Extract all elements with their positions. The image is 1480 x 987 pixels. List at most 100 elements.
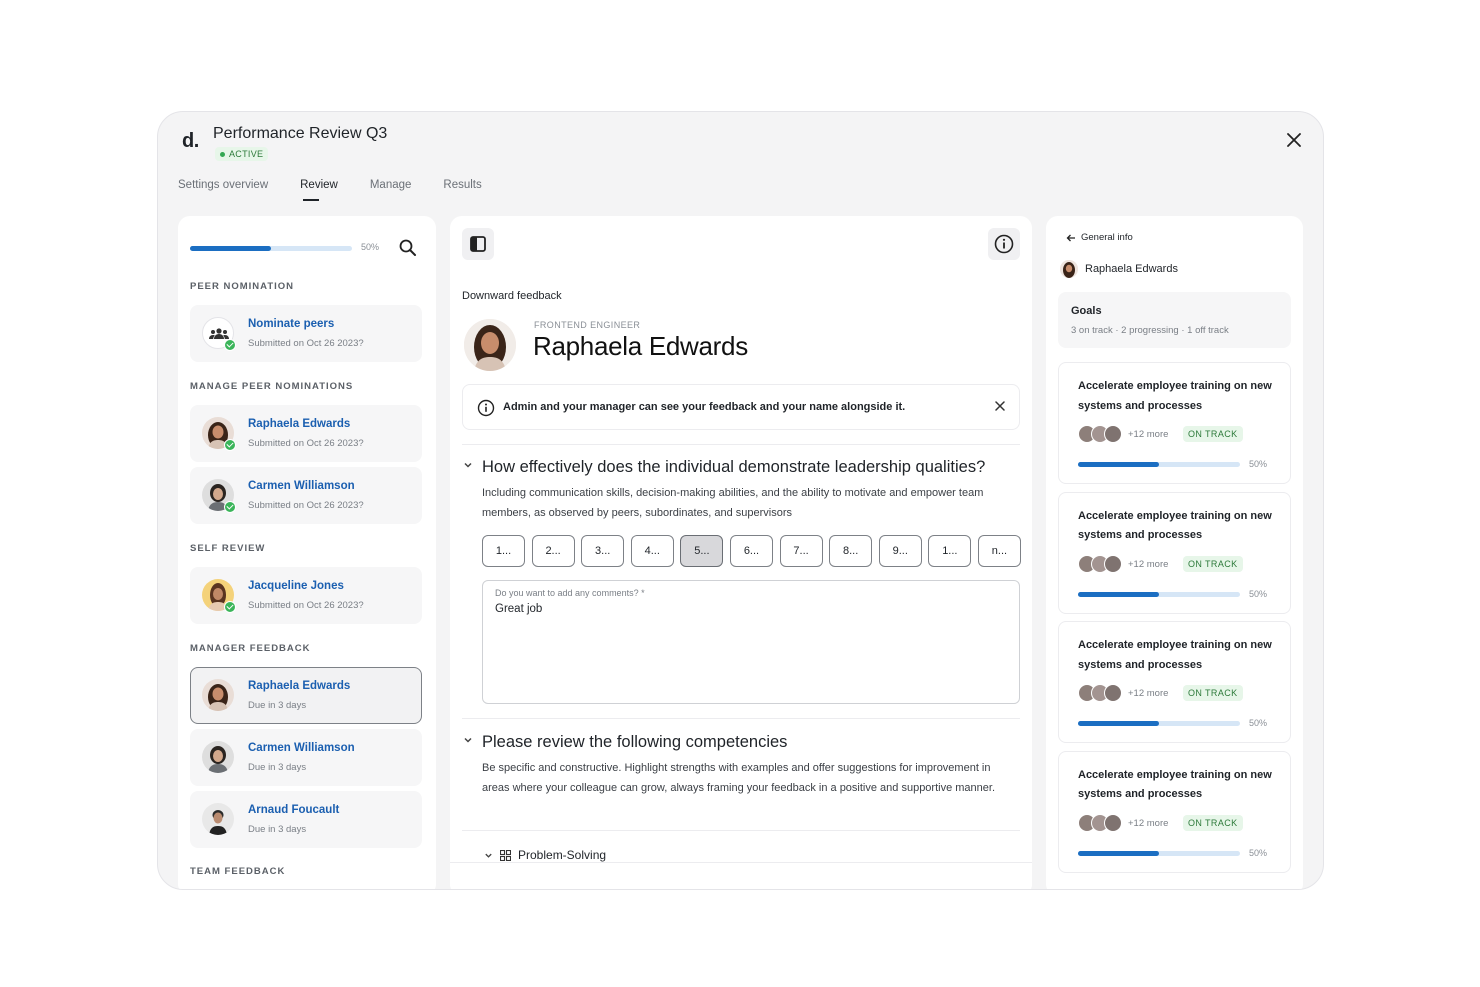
status-badge-label: ACTIVE <box>229 149 264 159</box>
peer-item-carmen[interactable]: Carmen Williamson Submitted on Oct 26 20… <box>190 467 422 524</box>
person-subtext: Submitted on Oct 26 2023? <box>248 338 364 349</box>
comment-field-value[interactable]: Great job <box>495 603 542 615</box>
goal-card[interactable]: Accelerate employee training on new syst… <box>1058 750 1291 873</box>
manager-item-arnaud[interactable]: Arnaud Foucault Due in 3 days <box>190 791 422 848</box>
rating-option[interactable]: 6... <box>729 535 773 567</box>
rating-option[interactable]: n... <box>977 535 1021 567</box>
goal-card[interactable]: Accelerate employee training on new syst… <box>1058 621 1291 743</box>
page-title: Performance Review Q3 <box>213 125 388 142</box>
progress-bar <box>190 246 352 251</box>
competencies-description: Be specific and constructive. Highlight … <box>482 762 996 794</box>
collapse-question-button[interactable] <box>463 460 473 473</box>
person-subtext: Due in 3 days <box>248 824 307 835</box>
back-to-general-info[interactable]: General info <box>1066 232 1133 243</box>
rating-option[interactable]: 8... <box>829 535 873 567</box>
progress-bar <box>1078 850 1240 856</box>
search-button[interactable] <box>398 238 418 258</box>
avatar <box>1104 554 1122 573</box>
peer-item-raphaela[interactable]: Raphaela Edwards Submitted on Oct 26 202… <box>190 405 422 462</box>
section-manager-feedback: MANAGER FEEDBACK <box>190 643 311 654</box>
avatar <box>202 741 234 773</box>
more-contributors: +12 more <box>1128 817 1169 829</box>
goals-summary-text: 3 on track · 2 progressing · 1 off track <box>1071 325 1229 336</box>
reviewee-name: Raphaela Edwards <box>533 331 748 361</box>
grid-icon <box>500 849 511 861</box>
contributor-avatars <box>1078 813 1126 832</box>
close-button[interactable] <box>1287 130 1301 150</box>
more-contributors: +12 more <box>1128 558 1169 570</box>
person-name: Carmen Williamson <box>248 480 355 492</box>
section-self-review: SELF REVIEW <box>190 543 266 554</box>
status-badge: ON TRACK <box>1183 814 1243 831</box>
review-list-panel: 50% PEER NOMINATION Nominate peers Submi… <box>178 216 436 889</box>
manager-item-carmen[interactable]: Carmen Williamson Due in 3 days <box>190 729 422 786</box>
progress-bar-fill <box>1078 850 1159 856</box>
progress-percent: 50% <box>1249 588 1268 599</box>
info-icon <box>477 399 495 417</box>
tab-review[interactable]: Review <box>300 179 354 201</box>
feedback-form-panel: Downward feedback FRONTEND ENGINEER Raph… <box>450 216 1032 889</box>
goal-title: Accelerate employee training on new syst… <box>1078 509 1272 542</box>
contributor-avatars <box>1078 425 1126 443</box>
rating-option[interactable]: 9... <box>878 535 922 567</box>
goal-card[interactable]: Accelerate employee training on new syst… <box>1058 491 1291 614</box>
comment-field[interactable]: Do you want to add any comments? * Great… <box>482 580 1020 704</box>
avatar <box>1104 425 1122 443</box>
tab-manage[interactable]: Manage <box>370 179 428 201</box>
person-subtext: Submitted on Oct 26 2023? <box>248 500 364 511</box>
rating-option[interactable]: 4... <box>630 535 674 567</box>
divider <box>462 444 1020 445</box>
competency-item-problem-solving[interactable]: Problem-Solving <box>484 848 606 862</box>
progress-percent: 50% <box>1249 459 1268 469</box>
self-review-item[interactable]: Jacqueline Jones Submitted on Oct 26 202… <box>190 567 422 624</box>
rating-option[interactable]: 2... <box>531 535 575 567</box>
rating-option[interactable]: 3... <box>581 535 625 567</box>
completed-check-icon <box>224 339 236 351</box>
nominate-peers-item[interactable]: Nominate peers Submitted on Oct 26 2023? <box>190 305 422 362</box>
search-icon <box>399 239 416 256</box>
contributor-avatars <box>1078 554 1126 573</box>
progress-bar <box>1078 462 1240 467</box>
toggle-sidebar-button[interactable] <box>462 228 494 260</box>
competencies-title: Please review the following competencies <box>482 733 788 751</box>
visibility-notice: Admin and your manager can see your feed… <box>462 384 1020 430</box>
app-logo: d. <box>182 130 199 152</box>
status-badge: ON TRACK <box>1183 685 1243 701</box>
person-subtext: Due in 3 days <box>248 762 307 773</box>
dismiss-notice-button[interactable] <box>995 398 1005 414</box>
rating-option[interactable]: 1... <box>928 535 972 567</box>
person-name: Arnaud Foucault <box>248 804 340 816</box>
rating-scale: 1... 2... 3... 4... 5... 6... 7... 8... 9... 1...… <box>482 535 1021 567</box>
progress-bar-fill <box>1078 591 1159 597</box>
back-link-label: General info <box>1081 232 1133 243</box>
status-badge: ON TRACK <box>1183 426 1243 442</box>
progress-percent: 50% <box>1249 718 1268 728</box>
contributor-avatars <box>1078 684 1126 702</box>
rating-option[interactable]: 7... <box>779 535 823 567</box>
goal-card[interactable]: Accelerate employee training on new syst… <box>1058 362 1291 484</box>
competency-label: Problem-Solving <box>518 848 607 862</box>
reviewee-avatar <box>464 319 516 371</box>
question-description: Including communication skills, decision… <box>482 487 984 519</box>
completed-check-icon <box>224 439 236 451</box>
rating-option[interactable]: 1... <box>482 535 525 567</box>
goals-summary: Goals 3 on track · 2 progressing · 1 off… <box>1058 292 1291 348</box>
person-subtext: Due in 3 days <box>248 700 307 711</box>
reviewee-role: FRONTEND ENGINEER <box>534 320 641 330</box>
review-window: d. Performance Review Q3 ACTIVE Settings… <box>157 111 1324 890</box>
feedback-type-label: Downward feedback <box>462 290 562 302</box>
close-icon <box>995 401 1005 411</box>
section-peer-nomination: PEER NOMINATION <box>190 281 295 292</box>
rating-option[interactable]: 5... <box>680 535 724 567</box>
info-button[interactable] <box>988 228 1020 260</box>
collapse-competencies-button[interactable] <box>463 735 473 748</box>
manager-item-raphaela[interactable]: Raphaela Edwards Due in 3 days <box>190 667 422 724</box>
tab-results[interactable]: Results <box>443 179 497 201</box>
goals-owner-name: Raphaela Edwards <box>1085 263 1178 275</box>
person-name: Jacqueline Jones <box>248 580 344 592</box>
status-dot-icon <box>220 151 225 157</box>
completed-check-icon <box>224 501 236 513</box>
tab-settings-overview[interactable]: Settings overview <box>178 179 284 201</box>
progress-bar-fill <box>190 246 271 251</box>
goal-title: Accelerate employee training on new syst… <box>1078 768 1272 801</box>
